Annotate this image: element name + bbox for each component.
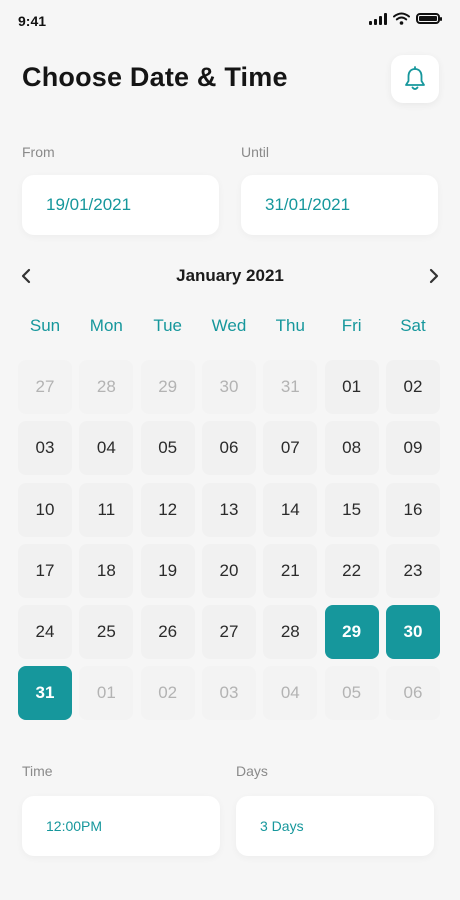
month-title: January 2021: [176, 266, 284, 285]
calendar-day[interactable]: 03: [18, 421, 72, 476]
calendar-day-selected[interactable]: 30: [385, 605, 440, 660]
calendar-day[interactable]: 29: [140, 360, 195, 414]
battery-icon: [416, 13, 442, 24]
weekday-label: Wed: [211, 316, 247, 335]
calendar-day[interactable]: 01: [324, 360, 379, 414]
from-date-value: 19/01/2021: [46, 195, 132, 214]
calendar-day[interactable]: 21: [263, 543, 318, 598]
calendar-day[interactable]: 03: [201, 666, 256, 721]
from-label: From: [22, 144, 55, 160]
status-icons: [369, 12, 442, 25]
calendar-day[interactable]: 27: [18, 360, 72, 414]
weekday-label: Fri: [341, 316, 362, 335]
calendar-day[interactable]: 01: [79, 666, 134, 721]
days-value: 3 Days: [260, 818, 304, 834]
until-date-value: 31/01/2021: [265, 195, 351, 214]
calendar-day[interactable]: 27: [201, 605, 256, 660]
calendar-day[interactable]: 23: [385, 543, 440, 598]
calendar-day[interactable]: 06: [385, 666, 440, 721]
weekday-label: Sun: [29, 316, 61, 335]
calendar-day[interactable]: 30: [201, 360, 256, 414]
notifications-button[interactable]: [391, 55, 439, 103]
calendar-day[interactable]: 22: [324, 543, 379, 598]
calendar-day[interactable]: 05: [140, 421, 195, 476]
calendar-day[interactable]: 16: [385, 482, 440, 537]
calendar-day[interactable]: 19: [140, 543, 195, 598]
weekday-label: Mon: [89, 316, 123, 335]
next-month-button[interactable]: [422, 264, 446, 288]
calendar-day[interactable]: 04: [263, 666, 318, 721]
signal-icon: [369, 12, 387, 25]
calendar-day[interactable]: 13: [201, 482, 256, 537]
calendar-day[interactable]: 07: [263, 421, 318, 476]
calendar-day[interactable]: 14: [263, 482, 318, 537]
calendar-day[interactable]: 05: [324, 666, 379, 721]
days-field[interactable]: 3 Days: [236, 796, 434, 856]
time-label: Time: [22, 763, 53, 779]
calendar-day[interactable]: 31: [263, 360, 318, 414]
calendar-day-selected[interactable]: 31: [18, 666, 72, 721]
calendar-day[interactable]: 08: [324, 421, 379, 476]
until-date-field[interactable]: 31/01/2021: [241, 175, 438, 235]
weekday-label: Tue: [153, 316, 182, 335]
status-time: 9:41: [18, 13, 47, 29]
weekday-label: Sat: [400, 316, 426, 335]
bell-icon: [405, 66, 425, 90]
days-label: Days: [236, 763, 268, 779]
calendar-grid: 27 28 29 30 31 01 02 03 04 05 06 07 08 09 10 11 12 13 14 15…: [18, 360, 444, 721]
calendar-day[interactable]: 02: [140, 666, 195, 721]
calendar-day[interactable]: 09: [385, 421, 440, 476]
status-bar: 9:41: [0, 0, 460, 44]
calendar-day[interactable]: 24: [18, 605, 72, 660]
page-title: Choose Date & Time: [22, 62, 288, 92]
time-field[interactable]: 12:00PM: [22, 796, 220, 856]
calendar-day[interactable]: 26: [140, 605, 195, 660]
calendar-day[interactable]: 28: [79, 360, 134, 414]
time-value: 12:00PM: [46, 818, 103, 834]
calendar-day[interactable]: 02: [385, 360, 440, 414]
calendar-day[interactable]: 12: [140, 482, 195, 537]
calendar-day[interactable]: 28: [263, 605, 318, 660]
weekday-header: Sun Mon Tue Wed Thu Fri Sat: [18, 316, 444, 336]
until-label: Until: [241, 144, 270, 160]
calendar-day[interactable]: 20: [201, 543, 256, 598]
wifi-icon: [393, 12, 410, 25]
weekday-label: Thu: [275, 316, 305, 335]
calendar-day[interactable]: 11: [79, 482, 134, 537]
calendar-day[interactable]: 25: [79, 605, 134, 660]
calendar-day-selected[interactable]: 29: [324, 605, 379, 660]
calendar-day[interactable]: 10: [18, 482, 72, 537]
calendar-day[interactable]: 06: [201, 421, 256, 476]
calendar-day[interactable]: 18: [79, 543, 134, 598]
calendar-day[interactable]: 15: [324, 482, 379, 537]
month-navigation: January 2021: [0, 258, 460, 294]
calendar-day[interactable]: 04: [79, 421, 134, 476]
calendar-day[interactable]: 17: [18, 543, 72, 598]
from-date-field[interactable]: 19/01/2021: [22, 175, 219, 235]
chevron-right-icon: [429, 268, 439, 284]
